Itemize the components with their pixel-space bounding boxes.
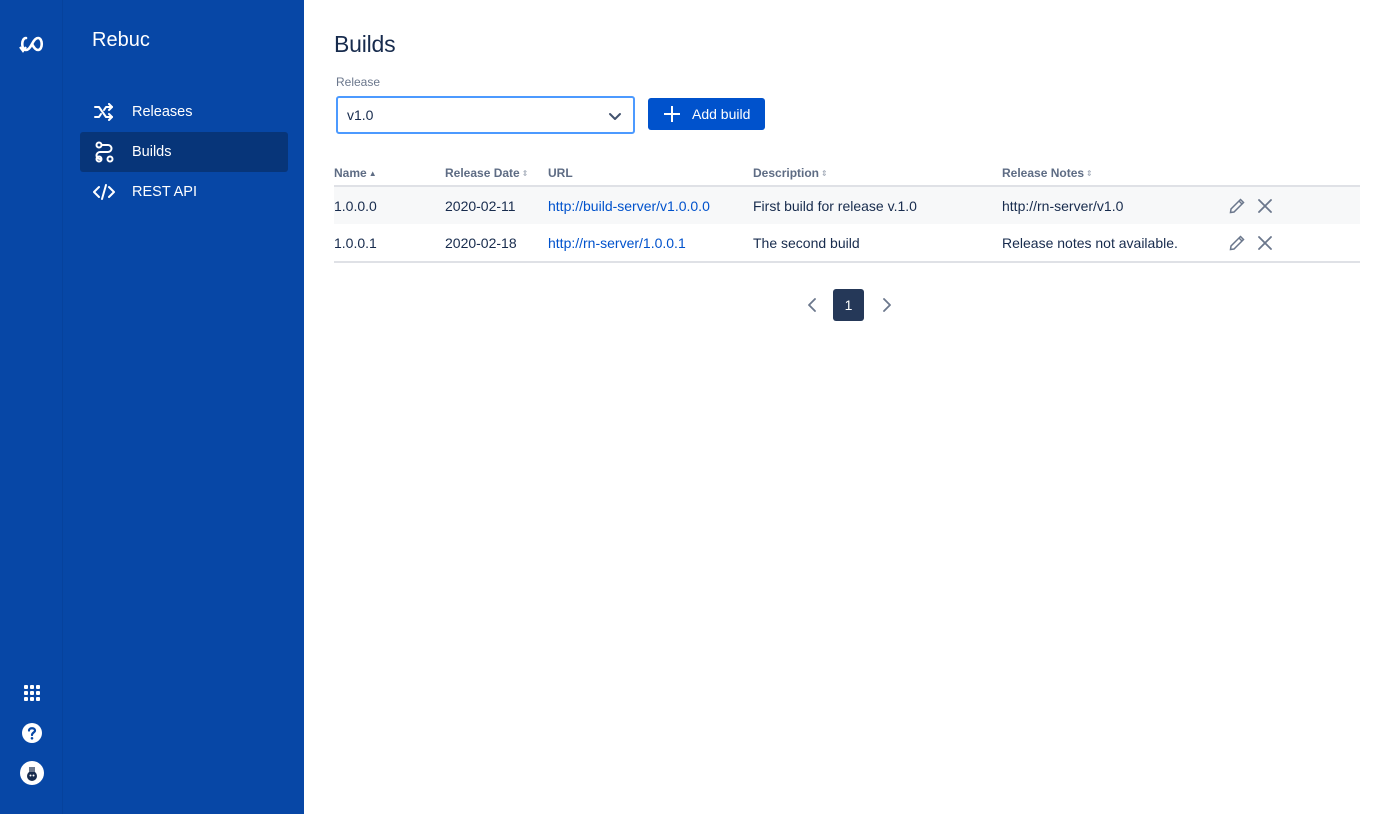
cell-description: First build for release v.1.0	[753, 186, 1002, 224]
release-select[interactable]: v1.0	[336, 96, 635, 134]
page-title: Builds	[334, 31, 396, 57]
app-switcher-icon[interactable]	[16, 677, 48, 709]
delete-icon[interactable]	[1255, 233, 1275, 253]
help-icon[interactable]	[16, 717, 48, 749]
sidebar-item-label: Builds	[132, 144, 172, 160]
sidebar-item-builds[interactable]: Builds	[80, 132, 288, 172]
table-row: 1.0.0.1 2020-02-18 http://rn-server/1.0.…	[334, 224, 1360, 263]
table-header-row: Name ▲ Release Date ⇕ URL Description ⇕ Rel…	[334, 160, 1360, 187]
cell-description: The second build	[753, 224, 1002, 263]
column-header-release-notes[interactable]: Release Notes ⇕	[1002, 160, 1267, 187]
cell-release-date: 2020-02-18	[445, 224, 548, 263]
page-button-current[interactable]: 1	[833, 289, 864, 321]
delete-icon[interactable]	[1255, 196, 1275, 216]
edit-icon[interactable]	[1227, 233, 1247, 253]
avatar[interactable]	[16, 757, 48, 789]
code-icon	[92, 180, 116, 204]
edit-icon[interactable]	[1227, 196, 1247, 216]
sort-icon: ⇕	[821, 168, 828, 178]
global-nav	[0, 0, 63, 814]
release-label: Release	[336, 75, 381, 89]
column-header-release-date[interactable]: Release Date ⇕	[445, 160, 548, 187]
add-build-label: Add build	[692, 106, 751, 122]
chevron-down-icon	[609, 113, 621, 120]
sidebar-item-label: REST API	[132, 184, 198, 200]
product-nav: Rebuc Releases Builds REST API	[63, 0, 304, 814]
cell-name: 1.0.0.0	[334, 186, 445, 224]
column-header-name[interactable]: Name ▲	[334, 160, 445, 187]
sidebar-item-label: Releases	[132, 104, 193, 120]
shuffle-icon	[92, 100, 116, 124]
pagination: 1	[800, 289, 899, 321]
builds-icon	[92, 140, 116, 164]
column-header-description[interactable]: Description ⇕	[753, 160, 1002, 187]
cell-name: 1.0.0.1	[334, 224, 445, 263]
release-select-value: v1.0	[347, 107, 374, 123]
add-build-button[interactable]: Add build	[648, 98, 765, 130]
sort-icon: ⇕	[1086, 168, 1093, 178]
app-title: Rebuc	[92, 29, 150, 51]
sort-asc-icon: ▲	[368, 168, 377, 178]
table-row: 1.0.0.0 2020-02-11 http://build-server/v…	[334, 186, 1360, 224]
plus-icon	[660, 102, 684, 126]
infinity-logo-icon[interactable]	[16, 30, 48, 58]
chevron-left-icon[interactable]	[800, 289, 824, 321]
cell-url-link[interactable]: http://build-server/v1.0.0.0	[548, 198, 710, 214]
column-header-url: URL	[548, 160, 753, 187]
chevron-right-icon[interactable]	[875, 289, 899, 321]
cell-url-link[interactable]: http://rn-server/1.0.0.1	[548, 235, 686, 251]
column-header-actions	[1267, 160, 1360, 187]
sidebar-item-releases[interactable]: Releases	[80, 92, 288, 132]
builds-table: Name ▲ Release Date ⇕ URL Description ⇕ Rel…	[334, 160, 1360, 263]
sort-icon: ⇕	[521, 168, 529, 178]
cell-release-date: 2020-02-11	[445, 186, 548, 224]
sidebar-item-rest-api[interactable]: REST API	[80, 172, 288, 212]
